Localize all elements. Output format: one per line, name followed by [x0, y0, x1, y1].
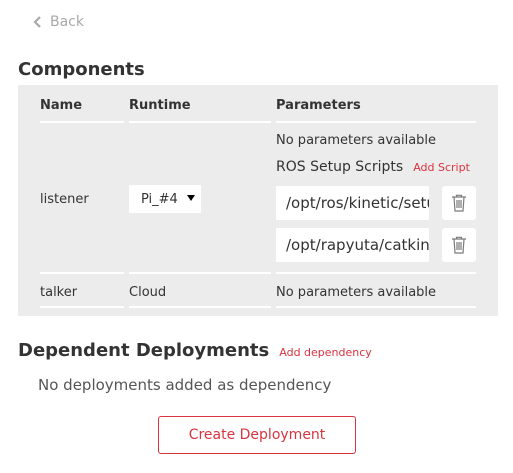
- components-table: Name Runtime Parameters listener Pi_#4 N…: [18, 85, 498, 316]
- header-name: Name: [40, 98, 83, 113]
- components-title: Components: [18, 59, 145, 80]
- delete-script-button[interactable]: [442, 186, 476, 220]
- dependent-deployments-header: Dependent Deployments Add dependency: [18, 340, 372, 361]
- header-runtime: Runtime: [129, 98, 191, 113]
- divider: [276, 121, 476, 123]
- divider: [276, 306, 476, 308]
- component-name: talker: [40, 285, 78, 300]
- empty-dependencies-text: No deployments added as dependency: [38, 376, 332, 394]
- divider: [40, 121, 124, 123]
- add-script-link[interactable]: Add Script: [413, 161, 470, 174]
- parameters-text: No parameters available: [276, 133, 437, 148]
- delete-script-button[interactable]: [442, 228, 476, 262]
- divider: [129, 121, 271, 123]
- caret-down-icon: [187, 195, 195, 201]
- runtime-select[interactable]: Pi_#4: [129, 185, 201, 213]
- divider: [40, 272, 124, 274]
- divider: [276, 272, 476, 274]
- script-input[interactable]: /opt/rapyuta/catkin_ws/devel/setup.bash: [276, 228, 429, 262]
- trash-icon: [452, 194, 466, 212]
- component-name: listener: [40, 192, 89, 207]
- runtime-select-value: Pi_#4: [141, 191, 178, 207]
- ros-setup-scripts: ROS Setup Scripts Add Script: [276, 159, 470, 175]
- divider: [40, 306, 124, 308]
- header-parameters: Parameters: [276, 98, 361, 113]
- dependent-deployments-title: Dependent Deployments: [18, 340, 270, 361]
- chevron-left-icon: [33, 16, 41, 28]
- create-deployment-button[interactable]: Create Deployment: [158, 416, 356, 454]
- back-label: Back: [50, 14, 84, 30]
- script-input[interactable]: /opt/ros/kinetic/setup.bash: [276, 186, 429, 220]
- add-dependency-link[interactable]: Add dependency: [279, 346, 372, 359]
- divider: [129, 306, 271, 308]
- runtime-value: Cloud: [129, 285, 167, 300]
- ros-setup-scripts-label: ROS Setup Scripts: [276, 159, 404, 175]
- trash-icon: [452, 236, 466, 254]
- parameters-text: No parameters available: [276, 285, 437, 300]
- back-link[interactable]: Back: [30, 14, 84, 30]
- divider: [129, 272, 271, 274]
